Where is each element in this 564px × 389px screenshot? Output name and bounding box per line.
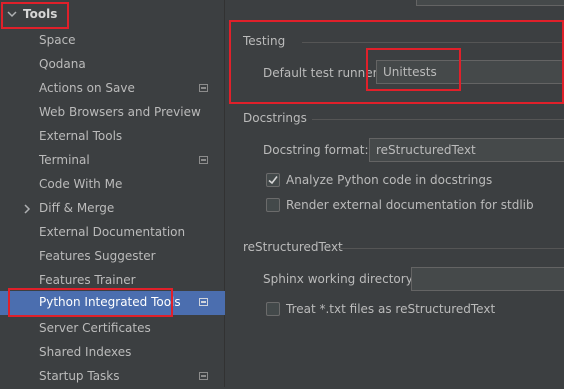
sidebar-item-label: Code With Me [39, 177, 123, 191]
section-title-restructuredtext: reStructuredText [243, 240, 343, 254]
treat-txt-label: Treat *.txt files as reStructuredText [286, 302, 496, 316]
sidebar-item-label: Space [39, 33, 76, 47]
sidebar-item-label: Python Integrated Tools [39, 295, 181, 309]
sidebar-item-features-trainer[interactable]: Features Trainer [0, 269, 225, 293]
sidebar-item-label: Shared Indexes [39, 345, 132, 359]
sidebar-item-external-tools[interactable]: External Tools [0, 125, 225, 149]
render-external-docs-checkbox[interactable] [266, 198, 280, 212]
section-title-testing: Testing [243, 34, 286, 48]
sidebar-item-label: Diff & Merge [39, 201, 115, 215]
sidebar-item-features-suggester[interactable]: Features Suggester [0, 245, 225, 269]
sidebar-item-label: Actions on Save [39, 81, 135, 95]
sidebar-item-label: External Tools [39, 129, 123, 143]
sphinx-working-directory-label: Sphinx working directory: [263, 272, 416, 286]
settings-panel: Testing Default test runner: Unittests D… [226, 0, 564, 387]
section-divider [302, 42, 564, 43]
sidebar-item-space[interactable]: Space [0, 29, 225, 53]
sidebar-item-label: Features Trainer [39, 273, 136, 287]
sidebar-item-external-documentation[interactable]: External Documentation [0, 221, 225, 245]
checkmark-icon [268, 176, 278, 185]
sidebar-item-server-certificates[interactable]: Server Certificates [0, 317, 225, 341]
sidebar-item-code-with-me[interactable]: Code With Me [0, 173, 225, 197]
sidebar-item-label: Features Suggester [39, 249, 156, 263]
sphinx-working-directory-input[interactable] [411, 267, 564, 291]
sidebar-item-startup-tasks[interactable]: Startup Tasks [0, 365, 225, 389]
chevron-right-icon[interactable] [23, 204, 31, 214]
sidebar-item-web-browsers[interactable]: Web Browsers and Preview [0, 101, 225, 125]
docstring-format-select[interactable]: reStructuredText [369, 138, 564, 162]
chevron-down-icon[interactable] [7, 9, 17, 19]
sidebar-item-actions-on-save[interactable]: Actions on Save [0, 77, 225, 101]
settings-sidebar: Tools Space Qodana Actions on Save Web B… [0, 0, 225, 387]
sidebar-item-terminal[interactable]: Terminal [0, 149, 225, 173]
sidebar-item-diff-merge[interactable]: Diff & Merge [0, 197, 225, 221]
project-settings-icon [199, 156, 208, 164]
section-divider [312, 119, 564, 120]
sidebar-item-python-integrated-tools[interactable]: Python Integrated Tools [0, 291, 225, 315]
partial-field-top[interactable] [416, 0, 564, 6]
sidebar-item-qodana[interactable]: Qodana [0, 53, 225, 77]
sidebar-item-label: Qodana [39, 57, 86, 71]
analyze-python-label: Analyze Python code in docstrings [286, 173, 493, 187]
sidebar-item-shared-indexes[interactable]: Shared Indexes [0, 341, 225, 365]
sidebar-item-label: External Documentation [39, 225, 186, 239]
section-title-docstrings: Docstrings [243, 111, 307, 125]
section-divider [338, 248, 564, 249]
default-test-runner-label: Default test runner: [263, 66, 382, 80]
sidebar-item-label: Web Browsers and Preview [39, 105, 201, 119]
docstring-format-label: Docstring format: [263, 143, 369, 157]
sidebar-item-tools[interactable]: Tools [0, 3, 225, 27]
sidebar-item-label: Server Certificates [39, 321, 151, 335]
project-settings-icon [199, 84, 208, 92]
default-test-runner-value: Unittests [383, 65, 437, 79]
sidebar-item-label: Startup Tasks [39, 369, 120, 383]
project-settings-icon [199, 298, 208, 306]
analyze-python-checkbox[interactable] [266, 173, 280, 187]
sidebar-item-label: Tools [23, 7, 58, 21]
sidebar-item-label: Terminal [39, 153, 90, 167]
docstring-format-value: reStructuredText [376, 143, 476, 157]
treat-txt-checkbox[interactable] [266, 302, 280, 316]
project-settings-icon [199, 372, 208, 380]
render-external-docs-label: Render external documentation for stdlib [286, 198, 534, 212]
default-test-runner-select[interactable]: Unittests [376, 60, 564, 84]
